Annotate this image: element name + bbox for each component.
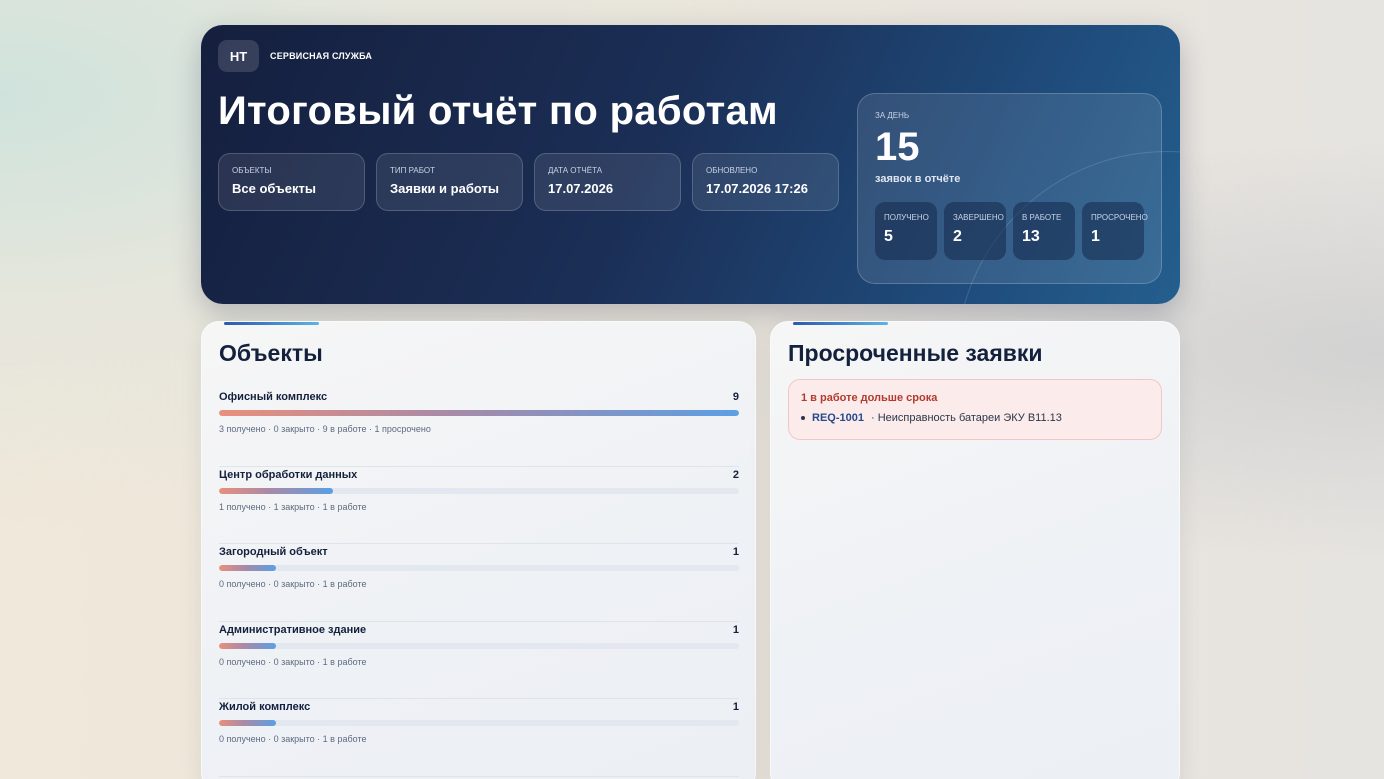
- object-bar-fill: [219, 720, 277, 726]
- object-name: Офисный комплекс: [219, 391, 328, 403]
- overdue-title: Просроченные заявки: [788, 340, 1043, 366]
- meta-updated: ОБНОВЛЕНО 17.07.2026 17:26: [692, 153, 839, 211]
- list-item: REQ-1001 · Неисправность батареи ЭКУ В11…: [801, 412, 1149, 424]
- object-bar: [219, 565, 739, 571]
- object-count: 2: [732, 468, 739, 481]
- list-item[interactable]: Центр обработки данных 2 1 получено · 1 …: [219, 467, 739, 544]
- alert-title: 1 в работе дольше срока: [801, 392, 938, 404]
- page-title: Итоговый отчёт по работам: [218, 89, 778, 133]
- stat-value: 13: [1022, 228, 1040, 245]
- object-name: Загородный объект: [219, 546, 328, 558]
- stat-label: ПРОСРОЧЕНО: [1091, 213, 1148, 222]
- stat-received: ПОЛУЧЕНО 5: [875, 202, 937, 260]
- objects-title: Объекты: [219, 340, 323, 366]
- meta-label: ОБНОВЛЕНО: [706, 166, 758, 175]
- stat-value: 5: [884, 228, 893, 245]
- meta-label: ОБЪЕКТЫ: [232, 166, 272, 175]
- objects-panel: Объекты Офисный комплекс 9 3 получено · …: [201, 321, 756, 779]
- daily-summary: ЗА ДЕНЬ 15 заявок в отчёте ПОЛУЧЕНО 5 ЗА…: [857, 93, 1162, 284]
- object-bar: [219, 410, 739, 416]
- object-bar: [219, 487, 739, 494]
- list-item[interactable]: Загородный объект 1 0 получено · 0 закры…: [219, 544, 739, 622]
- list-item[interactable]: Офисный комплекс 9 3 получено · 0 закрыт…: [219, 389, 739, 467]
- stat-label: ПОЛУЧЕНО: [884, 213, 929, 222]
- meta-value: 17.07.2026 17:26: [706, 181, 808, 196]
- list-item[interactable]: Административное здание 1 0 получено · 0…: [219, 622, 739, 699]
- brand-name: СЕРВИСНАЯ СЛУЖБА: [270, 51, 373, 61]
- stat-label: В РАБОТЕ: [1022, 213, 1062, 222]
- meta-value: Все объекты: [232, 181, 316, 196]
- daily-count: 15: [875, 125, 920, 169]
- object-name: Центр обработки данных: [219, 468, 358, 481]
- report-header: НТ СЕРВИСНАЯ СЛУЖБА Итоговый отчёт по ра…: [201, 25, 1180, 304]
- object-count: 1: [732, 623, 739, 636]
- object-summary: 1 получено · 1 закрыто · 1 в работе: [219, 501, 367, 512]
- stat-label: ЗАВЕРШЕНО: [953, 213, 1004, 222]
- meta-label: ТИП РАБОТ: [390, 166, 436, 175]
- list-item[interactable]: Жилой комплекс 1 0 получено · 0 закрыто …: [219, 699, 739, 777]
- stat-completed: ЗАВЕРШЕНО 2: [944, 202, 1006, 260]
- object-summary: 3 получено · 0 закрыто · 9 в работе · 1 …: [219, 424, 431, 434]
- stat-value: 1: [1091, 228, 1100, 245]
- objects-list: Офисный комплекс 9 3 получено · 0 закрыт…: [219, 389, 739, 777]
- brand-logo: НТ: [218, 40, 259, 72]
- object-bar: [219, 720, 739, 726]
- panel-accent: [793, 322, 888, 325]
- stat-in-progress: В РАБОТЕ 13: [1013, 202, 1075, 260]
- report-meta: ОБЪЕКТЫ Все объекты ТИП РАБОТ Заявки и р…: [218, 153, 839, 211]
- object-summary: 0 получено · 0 закрыто · 1 в работе: [219, 656, 367, 667]
- meta-label: ДАТА ОТЧЁТА: [548, 166, 603, 175]
- brand: НТ СЕРВИСНАЯ СЛУЖБА: [218, 40, 372, 72]
- request-id-link[interactable]: REQ-1001: [812, 412, 864, 424]
- meta-objects: ОБЪЕКТЫ Все объекты: [218, 153, 365, 211]
- stat-overdue: ПРОСРОЧЕНО 1: [1082, 202, 1148, 260]
- stat-value: 2: [953, 228, 962, 245]
- meta-report-date: ДАТА ОТЧЁТА 17.07.2026: [534, 153, 681, 211]
- daily-caption: заявок в отчёте: [875, 173, 961, 185]
- object-bar-fill: [219, 565, 277, 571]
- object-bar-fill: [219, 642, 277, 649]
- overdue-panel: Просроченные заявки 1 в работе дольше ср…: [770, 321, 1180, 779]
- meta-work-type: ТИП РАБОТ Заявки и работы: [376, 153, 523, 211]
- bullet-icon: [801, 416, 805, 420]
- object-count: 9: [732, 391, 739, 403]
- daily-label: ЗА ДЕНЬ: [875, 111, 910, 120]
- daily-stats: ПОЛУЧЕНО 5 ЗАВЕРШЕНО 2 В РАБОТЕ 13 ПРОСР…: [875, 202, 1148, 260]
- meta-value: 17.07.2026: [548, 181, 614, 196]
- panel-accent: [224, 322, 319, 325]
- object-bar-fill: [219, 487, 334, 494]
- object-bar: [219, 642, 739, 649]
- overdue-alert: 1 в работе дольше срока REQ-1001 · Неисп…: [788, 379, 1162, 440]
- object-bar-fill: [219, 410, 739, 416]
- object-summary: 0 получено · 0 закрыто · 1 в работе: [219, 734, 367, 744]
- object-summary: 0 получено · 0 закрыто · 1 в работе: [219, 579, 367, 589]
- object-name: Жилой комплекс: [219, 701, 311, 713]
- meta-value: Заявки и работы: [390, 181, 499, 196]
- object-name: Административное здание: [219, 623, 367, 636]
- request-description: · Неисправность батареи ЭКУ В11.13: [870, 412, 1062, 424]
- object-count: 1: [732, 701, 739, 713]
- object-count: 1: [732, 546, 739, 558]
